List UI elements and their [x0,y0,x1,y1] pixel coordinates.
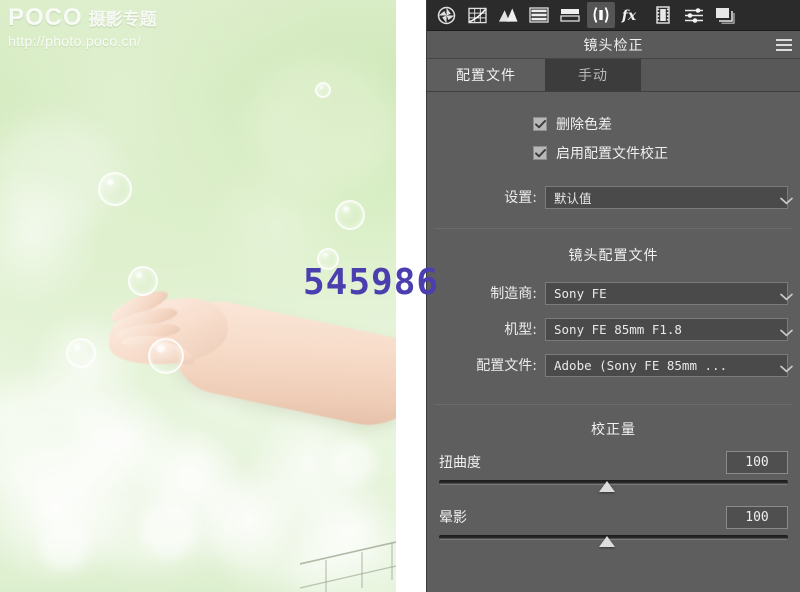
tab-manual[interactable]: 手动 [545,59,641,91]
watermark-brand-cn: 摄影专题 [88,10,157,30]
lens-correction-icon[interactable] [587,2,615,28]
panel-toolbar: fx [427,0,800,31]
manufacturer-select[interactable]: Sony FE [545,281,793,305]
setup-label: 设置: [504,190,537,206]
film-strip-icon[interactable] [649,2,677,28]
divider-2 [435,404,792,405]
panel-content: 删除色差 启用配置文件校正 设置: 默认值 镜头配置文件 制造商: Sony F… [427,92,800,592]
watermark: POCO 摄影专题 http://photo.poco.cn/ [8,4,208,52]
split-toning-icon[interactable] [556,2,584,28]
model-select-value: Sony FE 85mm F1.8 [554,321,682,337]
remove-chromatic-aberration-label: 删除色差 [556,117,612,133]
profile-label: 配置文件: [476,358,537,374]
manufacturer-select-value: Sony FE [554,285,607,301]
svg-text:fx: fx [621,8,637,24]
watermark-brand-line: POCO 摄影专题 [8,4,208,32]
bokeh-blob [0,120,120,230]
distortion-value-field[interactable]: 100 [726,450,788,474]
effects-fx-icon[interactable]: fx [618,2,646,28]
watermark-url: http://photo.poco.cn/ [8,33,142,49]
presets-sliders-icon[interactable] [680,2,708,28]
watermark-brand: POCO [8,4,83,31]
overlay-number: 545986 [303,262,440,303]
enable-profile-corrections-checkbox[interactable] [533,146,547,160]
model-select[interactable]: Sony FE 85mm F1.8 [545,317,793,341]
vignetting-slider-block: 晕影 100 [427,504,800,548]
hamburger-menu-icon[interactable] [776,38,792,51]
tab-filler [641,59,800,91]
lens-correction-panel: fx 镜头检正 配置文件 手动 删除色差 启用配置文件校正 设置: 默认值 镜头… [426,0,800,592]
basic-adjustments-icon[interactable] [432,2,460,28]
manufacturer-label: 制造商: [490,286,537,302]
soap-bubble [315,82,331,98]
tone-curve-icon[interactable] [463,2,491,28]
bokeh-circle [140,500,198,558]
panel-title-bar: 镜头检正 [427,31,800,59]
page-title: 镜头检正 [583,37,644,54]
hsl-grayscale-icon[interactable] [525,2,553,28]
bokeh-circle [330,440,376,486]
distortion-label: 扭曲度 [439,455,481,471]
correction-amount-section-title: 校正量 [591,422,636,438]
detail-icon[interactable] [494,2,522,28]
enable-profile-corrections-label: 启用配置文件校正 [556,146,668,162]
setup-select-value: 默认值 [554,190,592,206]
divider-1 [435,228,792,229]
distortion-slider-thumb[interactable] [598,481,615,492]
remove-chromatic-aberration-checkbox[interactable] [533,117,547,131]
lens-profile-section-title: 镜头配置文件 [568,248,659,264]
vignetting-slider-thumb[interactable] [598,536,615,547]
vignetting-slider[interactable] [439,532,788,548]
tab-profile[interactable]: 配置文件 [427,59,545,91]
bokeh-circle [40,520,90,570]
vignetting-value-field[interactable]: 100 [726,505,788,529]
model-label: 机型: [504,322,537,338]
distortion-slider[interactable] [439,477,788,493]
setup-select[interactable]: 默认值 [545,185,793,209]
snapshots-stack-icon[interactable] [711,2,739,28]
soap-bubble [148,338,184,374]
checkbox-row-enable-profile-corrections[interactable]: 启用配置文件校正 [533,143,800,163]
panel-tabs: 配置文件 手动 [427,59,800,92]
soap-bubble [66,338,96,368]
checkbox-row-remove-chromatic-aberration[interactable]: 删除色差 [533,114,800,134]
profile-select[interactable]: Adobe (Sony FE 85mm ... [545,353,793,377]
fence-railing [300,541,396,592]
soap-bubble [128,266,158,296]
distortion-slider-block: 扭曲度 100 [427,449,800,493]
bokeh-blob [250,60,396,190]
app-root: POCO 摄影专题 http://photo.poco.cn/ 545986 f… [0,0,800,592]
soap-bubble [98,172,132,206]
soap-bubble [335,200,365,230]
vignetting-label: 晕影 [439,510,467,526]
profile-select-value: Adobe (Sony FE 85mm ... [554,357,728,373]
